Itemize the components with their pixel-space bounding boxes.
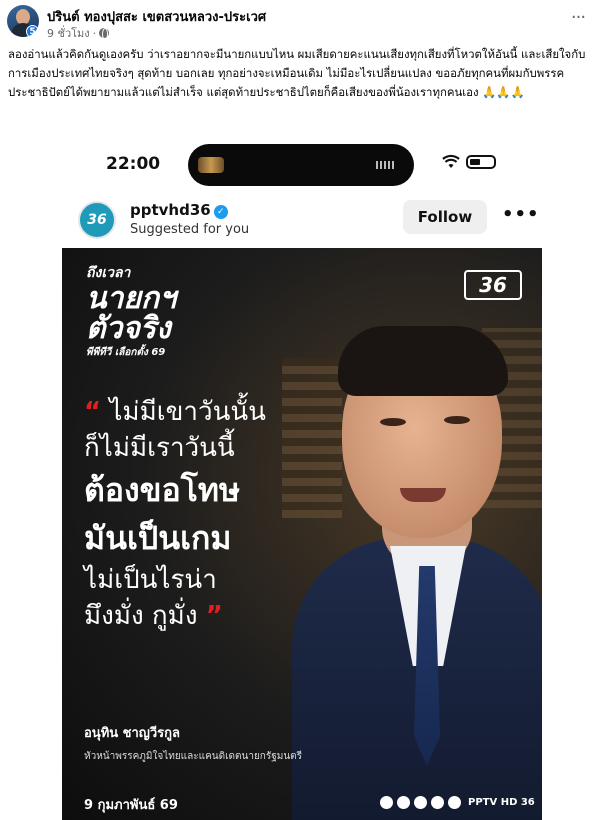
portrait-mouth	[400, 488, 446, 502]
instagram-icon	[414, 796, 427, 809]
show-logo-line2: นายกฯ	[86, 281, 176, 316]
author-avatar[interactable]: 5	[7, 5, 39, 37]
avatar-number-badge: 5	[26, 25, 39, 37]
social-icons: PPTV HD 36	[380, 796, 535, 809]
more-options-button[interactable]: ···	[566, 8, 590, 32]
dynamic-island	[188, 144, 414, 186]
speaker-caption: อนุทิน ชาญวีรกูล หัวหน้าพรรคภูมิใจไทยและ…	[84, 722, 302, 764]
portrait-eye-left	[380, 418, 406, 426]
show-logo-line3: ตัวจริง	[86, 311, 171, 346]
quote-line-3: ต้องขอโทษ	[84, 471, 241, 509]
channel-avatar[interactable]: 36	[78, 201, 116, 239]
post-time[interactable]: 9 ชั่วโมง	[47, 24, 90, 42]
quote-line-6: มึงมั่ง กูมั่ง ”	[84, 598, 314, 634]
quote-line-6-text: มึงมั่ง กูมั่ง	[84, 601, 198, 631]
speaker-name: อนุทิน ชาญวีรกูล	[84, 726, 180, 741]
quote-line-4: มันเป็นเกม	[84, 519, 232, 557]
channel-logo: 36	[464, 270, 522, 300]
shared-screenshot[interactable]: 22:00 36 pptvhd36 ✓ Suggested for you Fol…	[62, 138, 542, 820]
channel-username[interactable]: pptvhd36 ✓	[130, 201, 228, 219]
verified-badge-icon: ✓	[213, 205, 228, 219]
instagram-post-header: 36 pptvhd36 ✓ Suggested for you Follow ••…	[62, 194, 542, 248]
status-clock: 22:00	[106, 154, 161, 174]
news-poster-image: ถึงเวลา นายกฯ ตัวจริง พีพีทีวี เลือกตั้ง…	[62, 248, 542, 820]
portrait-eye-right	[444, 416, 470, 424]
audio-wave-icon	[376, 161, 396, 169]
x-icon	[448, 796, 461, 809]
more-options-icon[interactable]: •••	[502, 204, 540, 225]
post-header: 5 ปรินต์ ทองปุสสะ เขตสวนหลวง-ประเวศ 9 ชั…	[0, 0, 600, 40]
battery-icon	[466, 155, 496, 169]
now-playing-thumbnail	[198, 157, 224, 173]
speaker-title: หัวหน้าพรรคภูมิใจไทยและแคนดิเดตนายกรัฐมน…	[84, 751, 303, 762]
globe-icon	[99, 28, 110, 40]
tiktok-icon	[431, 796, 444, 809]
youtube-icon	[397, 796, 410, 809]
quote-line-5: ไม่เป็นไรน่า	[84, 565, 217, 595]
quote-line-1-text: ไม่มีเขาวันนั้น	[109, 397, 266, 427]
quote-block: “ ไม่มีเขาวันนั้น ก็ไม่มีเราวันนี้ ต้องข…	[84, 394, 314, 634]
post-meta: 9 ชั่วโมง ·	[47, 24, 110, 42]
wifi-icon	[442, 154, 460, 168]
suggested-label: Suggested for you	[130, 222, 250, 237]
social-handle: PPTV HD 36	[468, 797, 535, 808]
show-logo: ถึงเวลา นายกฯ ตัวจริง พีพีทีวี เลือกตั้ง…	[86, 262, 236, 360]
quote-line-1: “ ไม่มีเขาวันนั้น	[84, 394, 314, 430]
quote-open-mark: “	[84, 397, 102, 427]
username-text[interactable]: pptvhd36	[130, 201, 211, 219]
post-text: ลองอ่านแล้วคิดกันดูเองครับ ว่าเราอยากจะม…	[8, 47, 586, 99]
quote-line-2: ก็ไม่มีเราวันนี้	[84, 433, 235, 463]
separator-dot: ·	[92, 26, 97, 40]
poster-date: 9 กุมภาพันธ์ 69	[84, 798, 178, 813]
quote-close-mark: ”	[205, 601, 223, 631]
show-logo-line4: พีพีทีวี เลือกตั้ง 69	[86, 347, 166, 358]
phone-status-bar: 22:00	[62, 138, 542, 194]
portrait-hair	[338, 326, 508, 396]
follow-button[interactable]: Follow	[403, 200, 487, 234]
facebook-icon	[380, 796, 393, 809]
facebook-post: 5 ปรินต์ ทองปุสสะ เขตสวนหลวง-ประเวศ 9 ชั…	[0, 0, 600, 820]
